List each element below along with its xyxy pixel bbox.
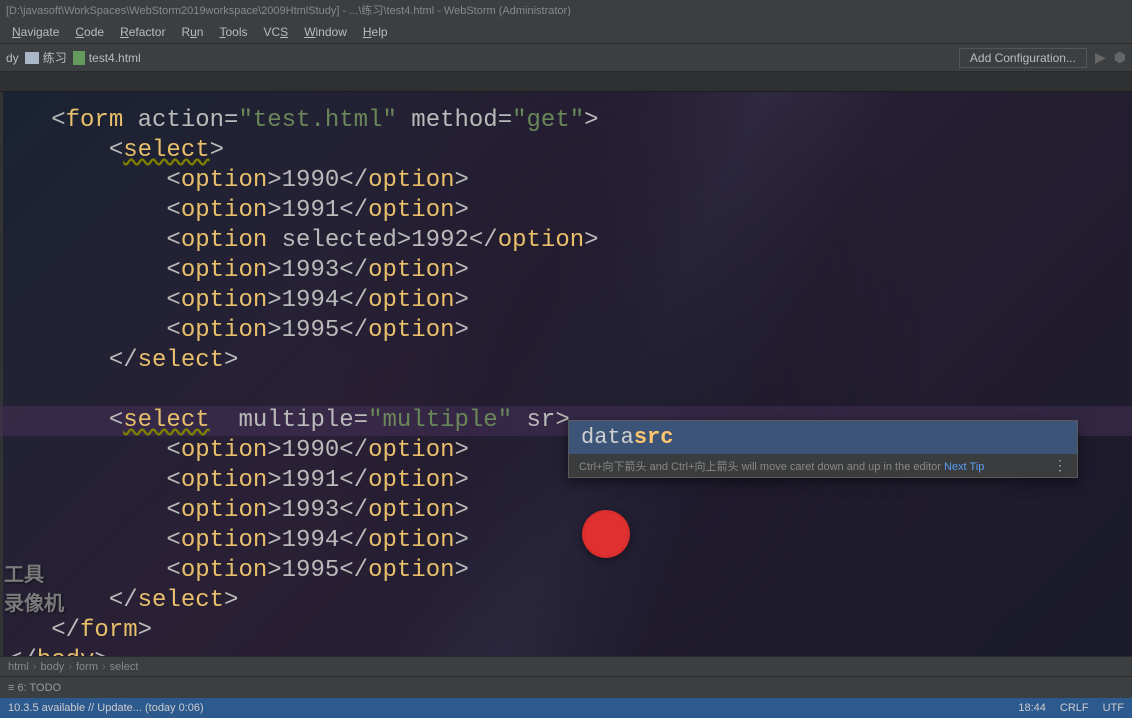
menu-vcs[interactable]: VCS [256, 23, 297, 41]
folder-icon [25, 52, 39, 64]
window-title-bar: [D:\javasoft\WorkSpaces\WebStorm2019work… [0, 0, 1132, 20]
chevron-right-icon: › [102, 661, 106, 673]
breadcrumb-html[interactable]: html [8, 661, 29, 673]
code-editor[interactable]: <form action="test.html" method="get"> <… [0, 92, 1132, 656]
status-bar: 10.3.5 available // Update... (today 0:0… [0, 698, 1132, 718]
status-encoding[interactable]: UTF [1103, 702, 1124, 714]
menu-window[interactable]: Window [296, 23, 355, 41]
menu-tools[interactable]: Tools [211, 23, 255, 41]
status-update-notice[interactable]: 10.3.5 available // Update... (today 0:0… [8, 702, 204, 714]
nav-crumb-folder[interactable]: 练习 [25, 49, 67, 66]
structure-breadcrumb: html › body › form › select [0, 656, 1132, 676]
completion-item[interactable]: datasrc [569, 421, 1077, 454]
nav-crumb-file[interactable]: test4.html [73, 51, 141, 65]
nav-crumb-root[interactable]: dy [6, 51, 19, 65]
navigation-bar: dy 练习 test4.html Add Configuration... ▶ … [0, 44, 1132, 72]
menu-code[interactable]: Code [67, 23, 112, 41]
editor-gutter [0, 92, 3, 656]
menu-help[interactable]: Help [355, 23, 396, 41]
cursor-pointer-overlay [582, 510, 630, 558]
completion-more-icon[interactable]: ⋮ [1053, 457, 1067, 474]
debug-icon[interactable]: ⬢ [1114, 49, 1126, 66]
html-file-icon [73, 51, 85, 65]
breadcrumb-body[interactable]: body [40, 661, 64, 673]
watermark-text: 工具 录像机 [4, 558, 64, 616]
menu-bar: Navigate Code Refactor Run Tools VCS Win… [0, 20, 1132, 44]
add-configuration-button[interactable]: Add Configuration... [959, 48, 1087, 68]
status-line-separator[interactable]: CRLF [1060, 702, 1089, 714]
completion-hint-bar: Ctrl+向下箭头 and Ctrl+向上箭头 will move caret … [569, 454, 1077, 477]
tool-window-bar: ≡ 6: TODO [0, 676, 1132, 698]
code-content[interactable]: <form action="test.html" method="get"> <… [8, 106, 599, 656]
next-tip-link[interactable]: Next Tip [944, 461, 984, 473]
todo-tool-button[interactable]: ≡ 6: TODO [8, 682, 61, 694]
menu-navigate[interactable]: Navigate [4, 23, 67, 41]
menu-refactor[interactable]: Refactor [112, 23, 173, 41]
breadcrumb-form[interactable]: form [76, 661, 98, 673]
code-completion-popup[interactable]: datasrc Ctrl+向下箭头 and Ctrl+向上箭头 will mov… [568, 420, 1078, 478]
window-title: [D:\javasoft\WorkSpaces\WebStorm2019work… [6, 5, 571, 17]
status-time: 18:44 [1018, 702, 1046, 714]
breadcrumb-select[interactable]: select [110, 661, 139, 673]
menu-run[interactable]: Run [173, 23, 211, 41]
run-icon[interactable]: ▶ [1095, 49, 1106, 66]
chevron-right-icon: › [68, 661, 72, 673]
editor-tab-row [0, 72, 1132, 92]
chevron-right-icon: › [33, 661, 37, 673]
